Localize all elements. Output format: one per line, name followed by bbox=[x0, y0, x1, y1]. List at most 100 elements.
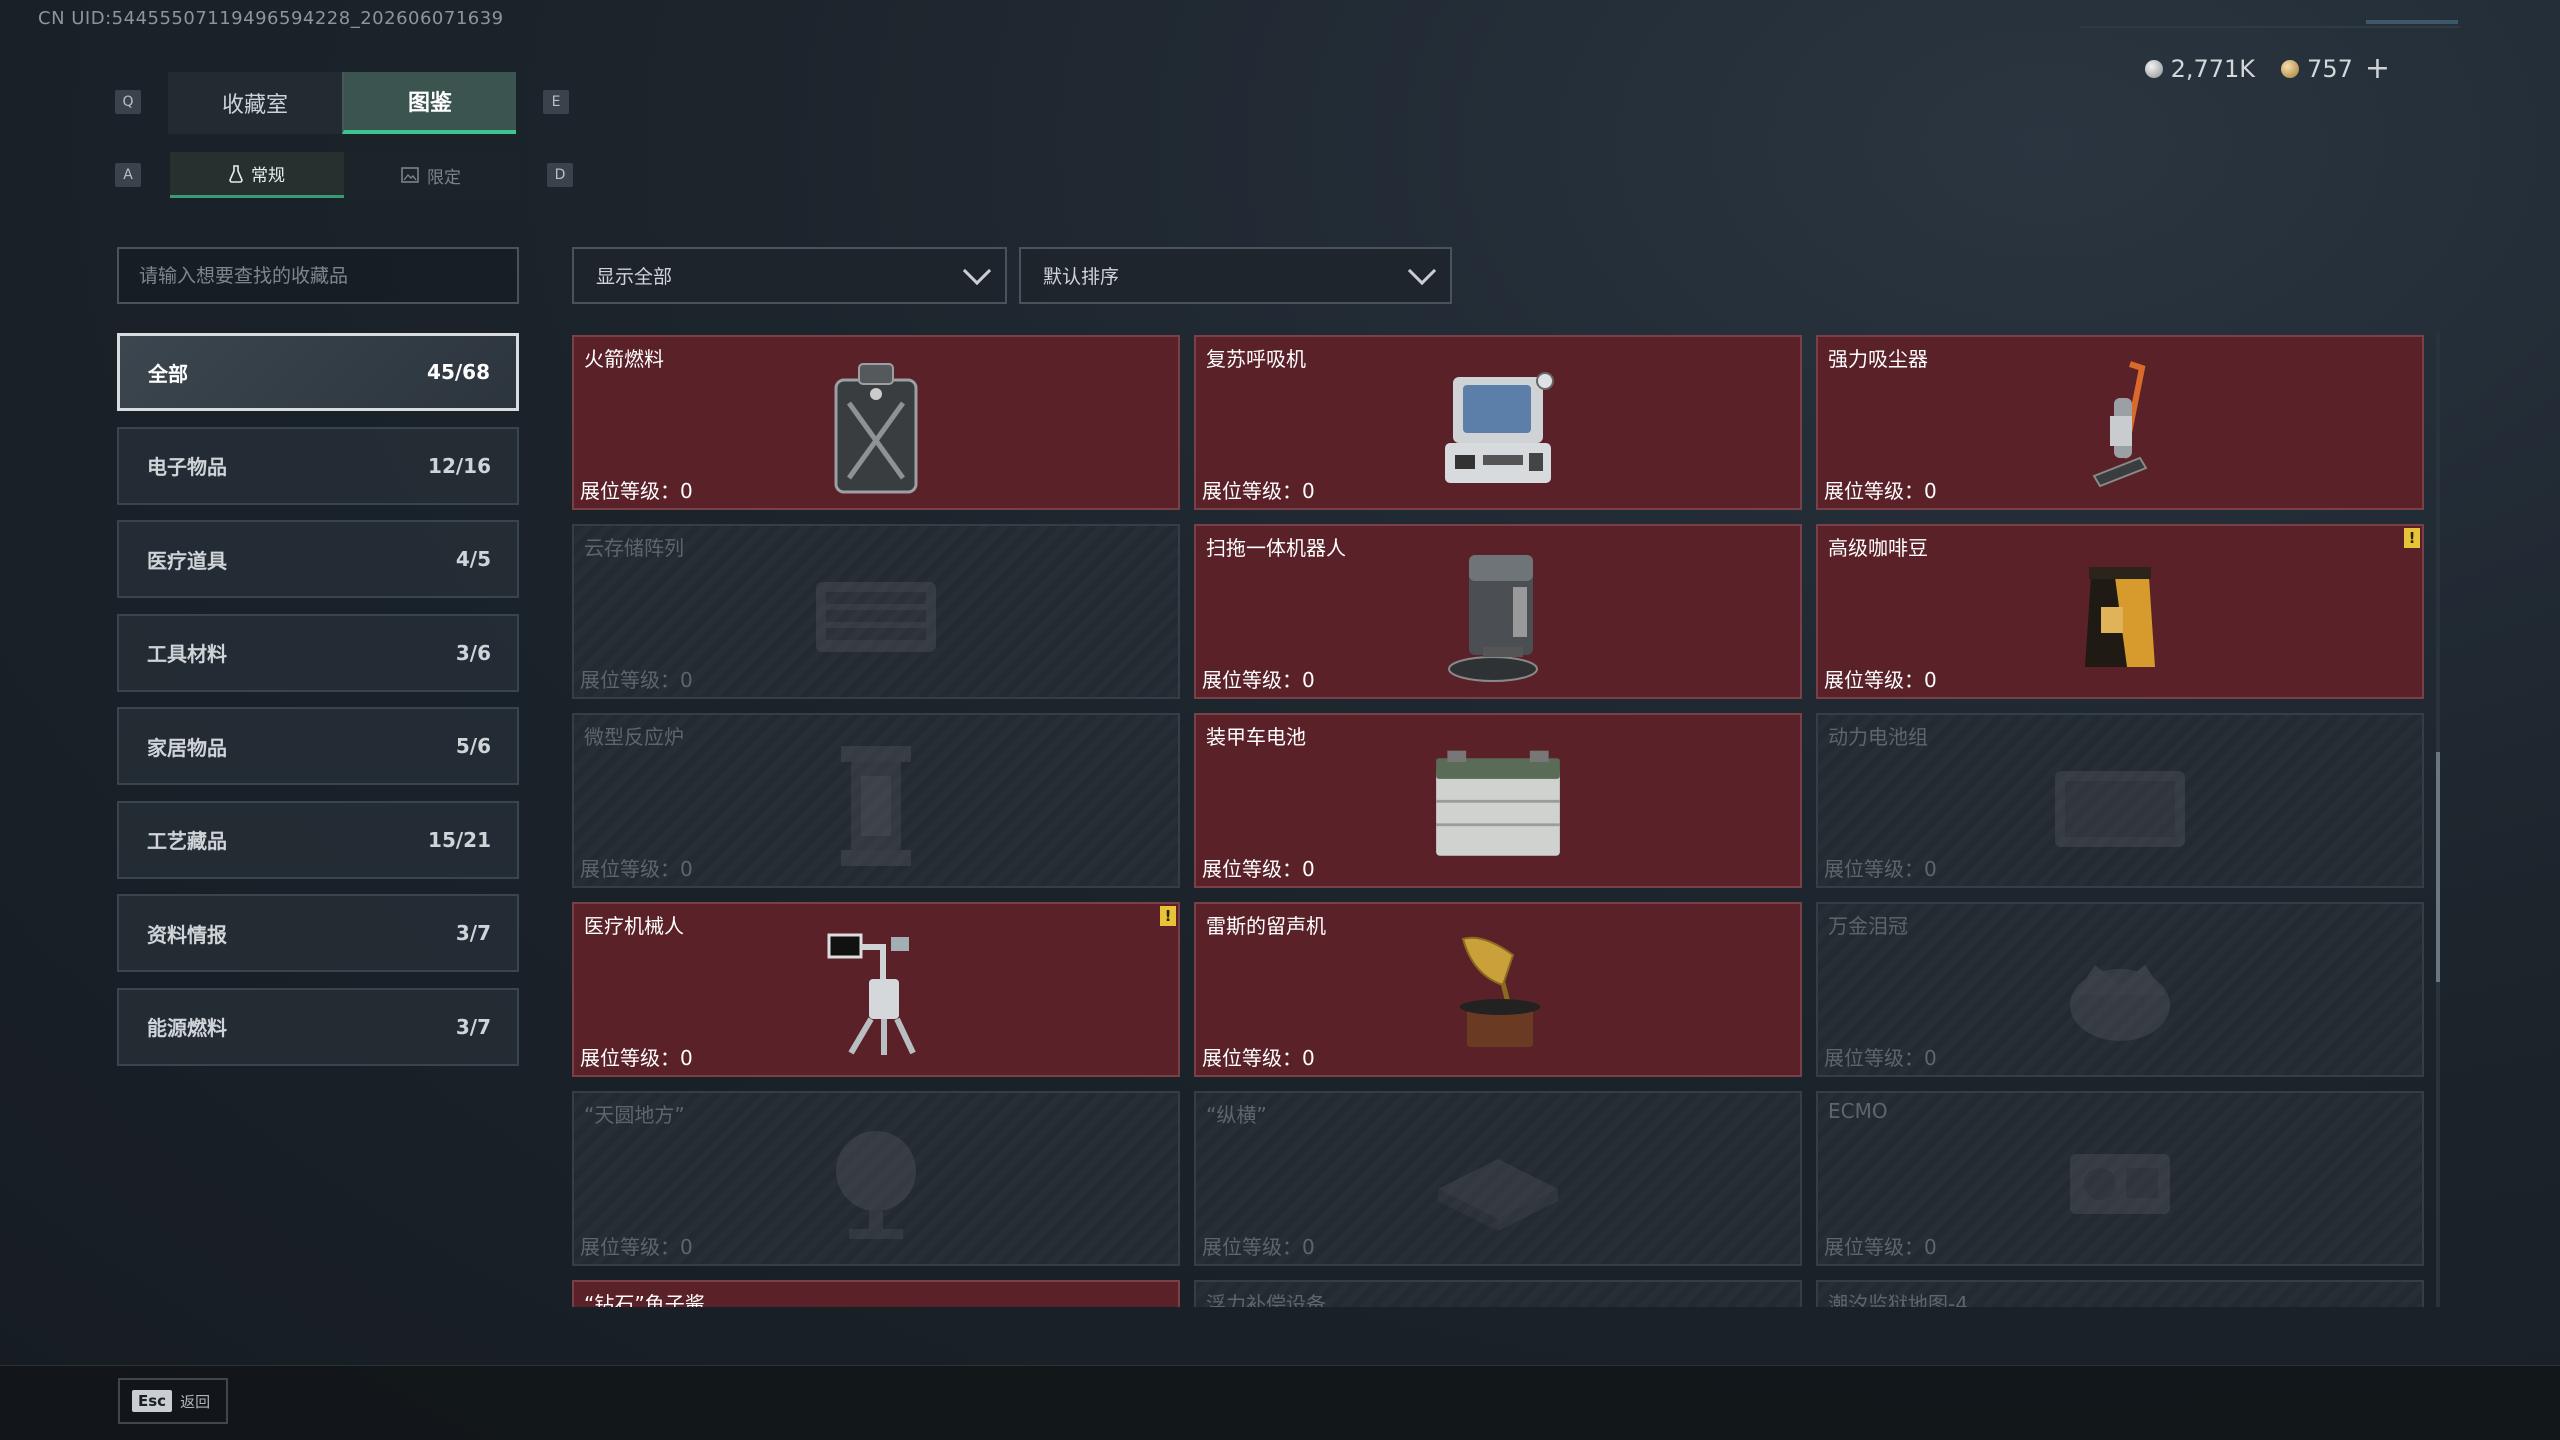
collection-card[interactable]: 万金泪冠 展位等级：0 bbox=[1816, 902, 2424, 1077]
collection-card[interactable]: 浮力补偿设备 bbox=[1194, 1280, 1802, 1307]
category-count: 12/16 bbox=[428, 453, 491, 478]
collection-card[interactable]: 强力吸尘器展位等级：0 bbox=[1816, 335, 2424, 510]
collection-card[interactable]: 复苏呼吸机展位等级：0 bbox=[1194, 335, 1802, 510]
collection-card-level: 展位等级：0 bbox=[580, 857, 693, 881]
category-label: 能源燃料 bbox=[147, 1016, 227, 1040]
category-list: 全部 45/68 电子物品 12/16 医疗道具 4/5 工具材料 3/6 家居… bbox=[117, 333, 519, 1081]
collection-card-level: 展位等级：0 bbox=[580, 668, 693, 692]
key-hint-e: E bbox=[543, 90, 569, 114]
collection-card[interactable]: 微型反应炉展位等级：0 bbox=[572, 713, 1180, 888]
category-electronics[interactable]: 电子物品 12/16 bbox=[117, 426, 519, 505]
collection-card[interactable]: 雷斯的留声机 展位等级：0 bbox=[1194, 902, 1802, 1077]
collection-card-level: 展位等级：0 bbox=[1202, 857, 1315, 881]
key-hint-a: A bbox=[115, 163, 141, 187]
collection-card-name: 装甲车电池 bbox=[1206, 725, 1306, 749]
category-energy[interactable]: 能源燃料 3/7 bbox=[117, 987, 519, 1066]
category-label: 资料情报 bbox=[147, 922, 227, 947]
collection-card[interactable]: 潮汐监狱地图-4 bbox=[1816, 1280, 2424, 1307]
globe-icon bbox=[801, 1111, 951, 1256]
collection-card-name: 强力吸尘器 bbox=[1828, 347, 1928, 371]
collection-card-level: 展位等级：0 bbox=[1824, 1235, 1937, 1259]
collection-card-level: 展位等级：0 bbox=[580, 1046, 693, 1070]
search-input[interactable] bbox=[117, 247, 519, 304]
gold-coin-icon bbox=[2281, 60, 2300, 78]
tab-collection-room[interactable]: 收藏室 bbox=[168, 72, 342, 134]
back-label: 返回 bbox=[180, 1392, 211, 1411]
vacuum-cleaner-icon bbox=[2045, 355, 2195, 500]
category-count: 5/6 bbox=[455, 734, 491, 758]
battery-icon bbox=[1423, 733, 1573, 878]
category-count: 3/7 bbox=[455, 921, 491, 945]
collection-card-name: “天圆地方” bbox=[584, 1103, 685, 1127]
category-count: 3/6 bbox=[455, 640, 491, 665]
collection-card-name: 医疗机械人 bbox=[584, 914, 684, 938]
collection-card-name: 复苏呼吸机 bbox=[1206, 347, 1306, 371]
collection-card-level: 展位等级：0 bbox=[1202, 479, 1315, 503]
collection-card-name: 动力电池组 bbox=[1828, 725, 1928, 749]
category-label: 电子物品 bbox=[147, 455, 227, 479]
esc-key-hint: Esc bbox=[132, 1390, 173, 1412]
collection-card-name: 高级咖啡豆 bbox=[1828, 536, 1928, 560]
category-medical[interactable]: 医疗道具 4/5 bbox=[117, 520, 519, 598]
reactor-icon bbox=[801, 733, 951, 878]
item-grid-viewport: 火箭燃料 展位等级：0 复苏呼吸机 展位等级：0 强力吸尘器 展位等级：0 云存储阵列 展位等… bbox=[572, 335, 2424, 1307]
collection-card-name: 微型反应炉 bbox=[584, 725, 684, 749]
collection-card[interactable]: 装甲车电池展位等级：0 bbox=[1194, 713, 1802, 888]
collection-card[interactable]: 动力电池组展位等级：0 bbox=[1816, 713, 2424, 888]
coffee-bag-icon bbox=[2045, 544, 2195, 689]
collection-card[interactable]: 医疗机械人 展位等级：0! bbox=[572, 902, 1180, 1077]
collection-card[interactable]: 云存储阵列 展位等级：0 bbox=[572, 524, 1180, 699]
crown-icon bbox=[2045, 922, 2195, 1067]
chessboard-icon bbox=[1423, 1111, 1573, 1256]
category-tools[interactable]: 工具材料 3/6 bbox=[117, 613, 519, 692]
subtab-limited[interactable]: 限定 bbox=[344, 152, 518, 198]
collection-card-level: 展位等级：0 bbox=[1824, 668, 1937, 692]
category-intel[interactable]: 资料情报 3/7 bbox=[117, 894, 519, 972]
silver-currency: 2,771K bbox=[2144, 55, 2255, 83]
chevron-down-icon bbox=[962, 256, 992, 285]
collection-card[interactable]: 高级咖啡豆 展位等级：0! bbox=[1816, 524, 2424, 699]
category-label: 全部 bbox=[148, 361, 188, 386]
item-grid: 火箭燃料 展位等级：0 复苏呼吸机 展位等级：0 强力吸尘器 展位等级：0 云存储阵列 展位等… bbox=[572, 335, 2424, 1307]
add-currency-button[interactable]: + bbox=[2365, 54, 2390, 84]
sort-dropdown-value: 默认排序 bbox=[1043, 266, 1120, 288]
key-hint-d: D bbox=[547, 163, 573, 187]
category-label: 工艺藏品 bbox=[147, 829, 227, 853]
sort-dropdown[interactable]: 默认排序 bbox=[1019, 247, 1452, 304]
ventilator-icon bbox=[1423, 355, 1573, 500]
subtab-limited-label: 限定 bbox=[427, 167, 461, 188]
main-tabs: 收藏室 图鉴 bbox=[168, 72, 516, 134]
collection-card[interactable]: “纵横” 展位等级：0 bbox=[1194, 1091, 1802, 1266]
grid-scrollbar-thumb[interactable] bbox=[2436, 752, 2440, 982]
top-divider bbox=[2080, 26, 2460, 28]
back-button[interactable]: Esc 返回 bbox=[118, 1378, 228, 1424]
collection-card-level: 展位等级：0 bbox=[580, 1235, 693, 1259]
collection-card[interactable]: 火箭燃料 展位等级：0 bbox=[572, 335, 1180, 510]
collection-card-name: ECMO bbox=[1828, 1099, 1888, 1123]
fuel-canister-icon bbox=[801, 355, 951, 500]
footer-bar bbox=[0, 1365, 2560, 1440]
collection-card-level: 展位等级：0 bbox=[1824, 857, 1937, 881]
category-all[interactable]: 全部 45/68 bbox=[117, 333, 519, 411]
collection-card-name: 火箭燃料 bbox=[584, 347, 664, 371]
uid-label: CN UID:5445550711949659422​8_20260607163… bbox=[38, 8, 504, 29]
subtab-regular-label: 常规 bbox=[251, 166, 285, 186]
subtab-regular[interactable]: 常规 bbox=[170, 152, 344, 198]
collection-card[interactable]: “天圆地方” 展位等级：0 bbox=[572, 1091, 1180, 1266]
tab-codex[interactable]: 图鉴 bbox=[342, 72, 516, 134]
category-household[interactable]: 家居物品 5/6 bbox=[117, 707, 519, 785]
collection-card-name: 万金泪冠 bbox=[1828, 914, 1908, 938]
flask-icon bbox=[229, 164, 243, 183]
collection-card[interactable]: ECMO 展位等级：0 bbox=[1816, 1091, 2424, 1266]
filter-dropdown[interactable]: 显示全部 bbox=[572, 247, 1007, 304]
category-crafts[interactable]: 工艺藏品 15/21 bbox=[117, 800, 519, 879]
collection-card-level: 展位等级：0 bbox=[1202, 668, 1315, 692]
grid-scrollbar[interactable] bbox=[2436, 332, 2440, 1307]
gold-currency: 757 + bbox=[2281, 54, 2390, 84]
collection-card[interactable]: “钻石”鱼子酱 bbox=[572, 1280, 1180, 1307]
collection-card-level: 展位等级：0 bbox=[1202, 1235, 1315, 1259]
currency-bar: 2,771K 757 + bbox=[2144, 54, 2390, 84]
collection-card[interactable]: 扫拖一体机器人 展位等级：0 bbox=[1194, 524, 1802, 699]
category-count: 45/68 bbox=[427, 360, 490, 384]
collection-card-level: 展位等级：0 bbox=[1824, 479, 1937, 503]
